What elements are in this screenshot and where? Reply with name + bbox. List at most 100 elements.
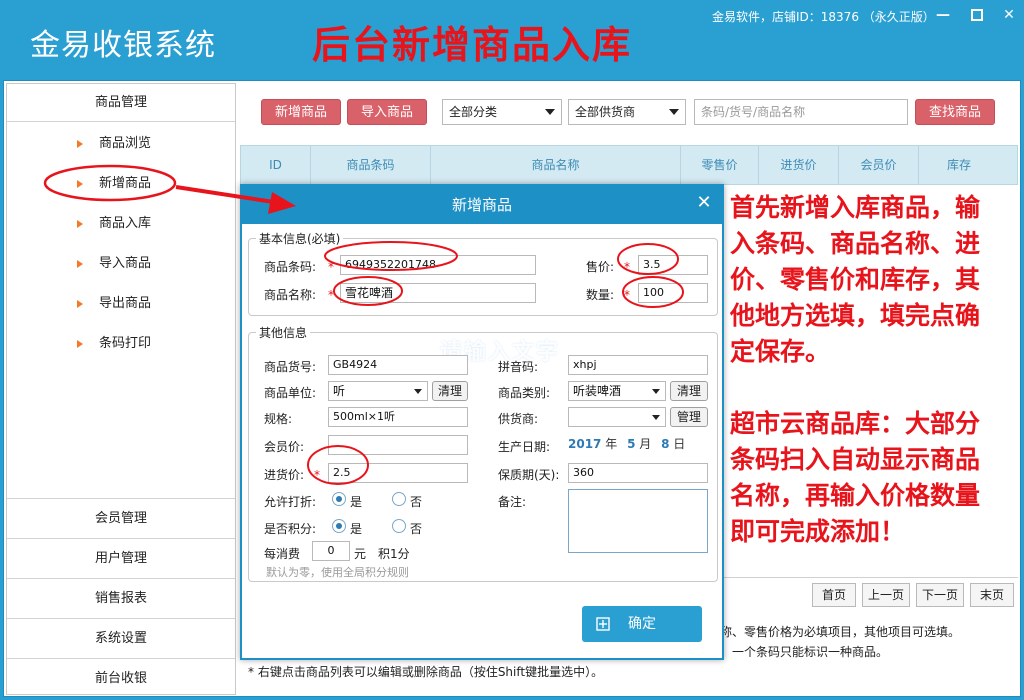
sidebar-group-products[interactable]: 商品管理 [7,84,235,122]
supplier-select[interactable]: 全部供货商 [568,99,686,125]
remark-textarea[interactable] [568,489,708,553]
dialog-header: 新增商品 [242,186,722,224]
production-date-picker[interactable]: 2017 年 5 月 8 日 [568,434,708,454]
chevron-down-icon [669,109,679,115]
first-page-button[interactable]: 首页 [812,583,856,607]
title-bar: 金易收银系统 后台新增商品入库 金易软件，店铺ID：18376 （永久正版） —… [0,0,1024,80]
price-input[interactable]: 3.5 [638,255,708,275]
column-header-stock[interactable]: 库存 [919,146,999,184]
other-info-legend: 其他信息 [256,324,311,341]
category-dialog-select[interactable]: 听装啤酒 [568,381,666,401]
sidebar-item-new-product[interactable]: 新增商品 [7,164,235,204]
tip-annotation: 超市云商品库：大部分 条码扫入自动显示商品 名称，再输入价格数量 即可完成添加！ [730,406,980,550]
member-price-input[interactable] [328,435,468,455]
minimize-icon[interactable]: — [934,6,952,24]
annotation-line: 名称，再输入价格数量 [730,481,981,510]
sidebar-item-import[interactable]: 导入商品 [7,244,235,284]
sidebar-item-label: 商品浏览 [99,136,152,151]
per-spend-label: 每消费 [264,547,301,561]
yuan-label: 元 [354,547,367,561]
annotation-line: 首先新增入库商品，输 [730,193,981,222]
sidebar-item-front-cashier[interactable]: 前台收银 [7,658,235,698]
chevron-down-icon [414,389,422,394]
manage-supplier-button[interactable]: 管理 [670,407,708,427]
sidebar-item-members[interactable]: 会员管理 [7,498,235,538]
points-yes-radio[interactable] [332,519,346,533]
member-price-label: 会员价: [264,440,305,454]
close-window-icon[interactable]: ✕ [1000,6,1018,24]
clear-unit-button[interactable]: 清理 [432,381,468,401]
sidebar-item-stock-in[interactable]: 商品入库 [7,204,235,244]
prev-page-button[interactable]: 上一页 [862,583,910,607]
category-select-value: 全部分类 [449,105,498,119]
add-product-button[interactable]: 新增商品 [261,99,341,125]
unit-label: 商品单位: [264,386,317,400]
chevron-down-icon [652,415,660,420]
unit-select[interactable]: 听 [328,381,428,401]
spec-input[interactable]: 500ml×1听 [328,407,468,427]
confirm-button[interactable]: 确定 [582,606,702,642]
note-line-2: ，一个条码只能标识一种商品。 [720,645,889,659]
date-day: 8 [661,437,670,451]
sidebar-item-export[interactable]: 导出商品 [7,284,235,324]
sku-label: 商品货号: [264,360,317,374]
discount-yes-radio[interactable] [332,492,346,506]
sku-input[interactable]: GB4924 [328,355,468,375]
column-header-name[interactable]: 商品名称 [431,146,681,184]
date-year: 2017 [568,437,602,451]
annotation-line: 他地方选填，填完点确 [730,301,981,330]
column-header-cost[interactable]: 进货价 [759,146,839,184]
barcode-label: 商品条码: [264,260,317,274]
cost-input[interactable]: 2.5 [328,463,468,483]
required-mark: * [328,288,334,302]
sidebar-item-label: 导入商品 [99,256,152,271]
clear-category-button[interactable]: 清理 [670,381,708,401]
search-button[interactable]: 查找商品 [915,99,995,125]
next-page-button[interactable]: 下一页 [916,583,964,607]
points-hint: 默认为零，使用全局积分规则 [266,566,409,579]
maximize-icon[interactable] [968,6,986,24]
required-mark: * [624,288,630,302]
sidebar-item-settings[interactable]: 系统设置 [7,618,235,658]
qty-input[interactable]: 100 [638,283,708,303]
sidebar-item-browse[interactable]: 商品浏览 [7,124,235,164]
points-label: 是否积分: [264,522,317,536]
sidebar-item-barcode-print[interactable]: 条码打印 [7,324,235,364]
sidebar-item-sales-report[interactable]: 销售报表 [7,578,235,618]
sidebar-item-label: 条码打印 [99,336,152,351]
per-spend-input[interactable]: 0 [312,541,350,561]
sidebar-item-users[interactable]: 用户管理 [7,538,235,578]
pinyin-input[interactable]: xhpj [568,355,708,375]
name-label: 商品名称: [264,288,317,302]
annotation-line: 定保存。 [730,337,831,366]
basic-info-group [248,238,718,316]
chevron-down-icon [545,109,555,115]
search-input[interactable]: 条码/货号/商品名称 [694,99,908,125]
dialog-title: 新增商品 [451,196,512,214]
barcode-input[interactable]: 6949352201748 [340,255,536,275]
points-text: 积1分 [378,547,410,561]
supplier-dialog-select[interactable] [568,407,666,427]
column-header-barcode[interactable]: 商品条码 [311,146,431,184]
triangle-right-icon [77,180,83,188]
column-header-member[interactable]: 会员价 [839,146,919,184]
discount-no-radio[interactable] [392,492,406,506]
note-line-1: 称、零售价格为必填项目，其他项目可选填。 [720,625,961,639]
triangle-right-icon [77,140,83,148]
supplier-label: 供货商: [498,412,539,426]
category-dialog-value: 听装啤酒 [573,384,622,398]
discount-label: 允许打折: [264,495,317,509]
shelf-life-input[interactable]: 360 [568,463,708,483]
discount-yes-label: 是 [350,495,363,509]
triangle-right-icon [77,340,83,348]
import-product-button[interactable]: 导入商品 [347,99,427,125]
category-select[interactable]: 全部分类 [442,99,562,125]
production-date-label: 生产日期: [498,440,551,454]
name-input[interactable]: 雪花啤酒 [340,283,536,303]
last-page-button[interactable]: 末页 [970,583,1014,607]
column-header-id[interactable]: ID [241,146,311,184]
column-header-retail[interactable]: 零售价 [681,146,759,184]
points-no-radio[interactable] [392,519,406,533]
close-icon[interactable]: ✕ [692,188,716,218]
category-label: 商品类别: [498,386,551,400]
